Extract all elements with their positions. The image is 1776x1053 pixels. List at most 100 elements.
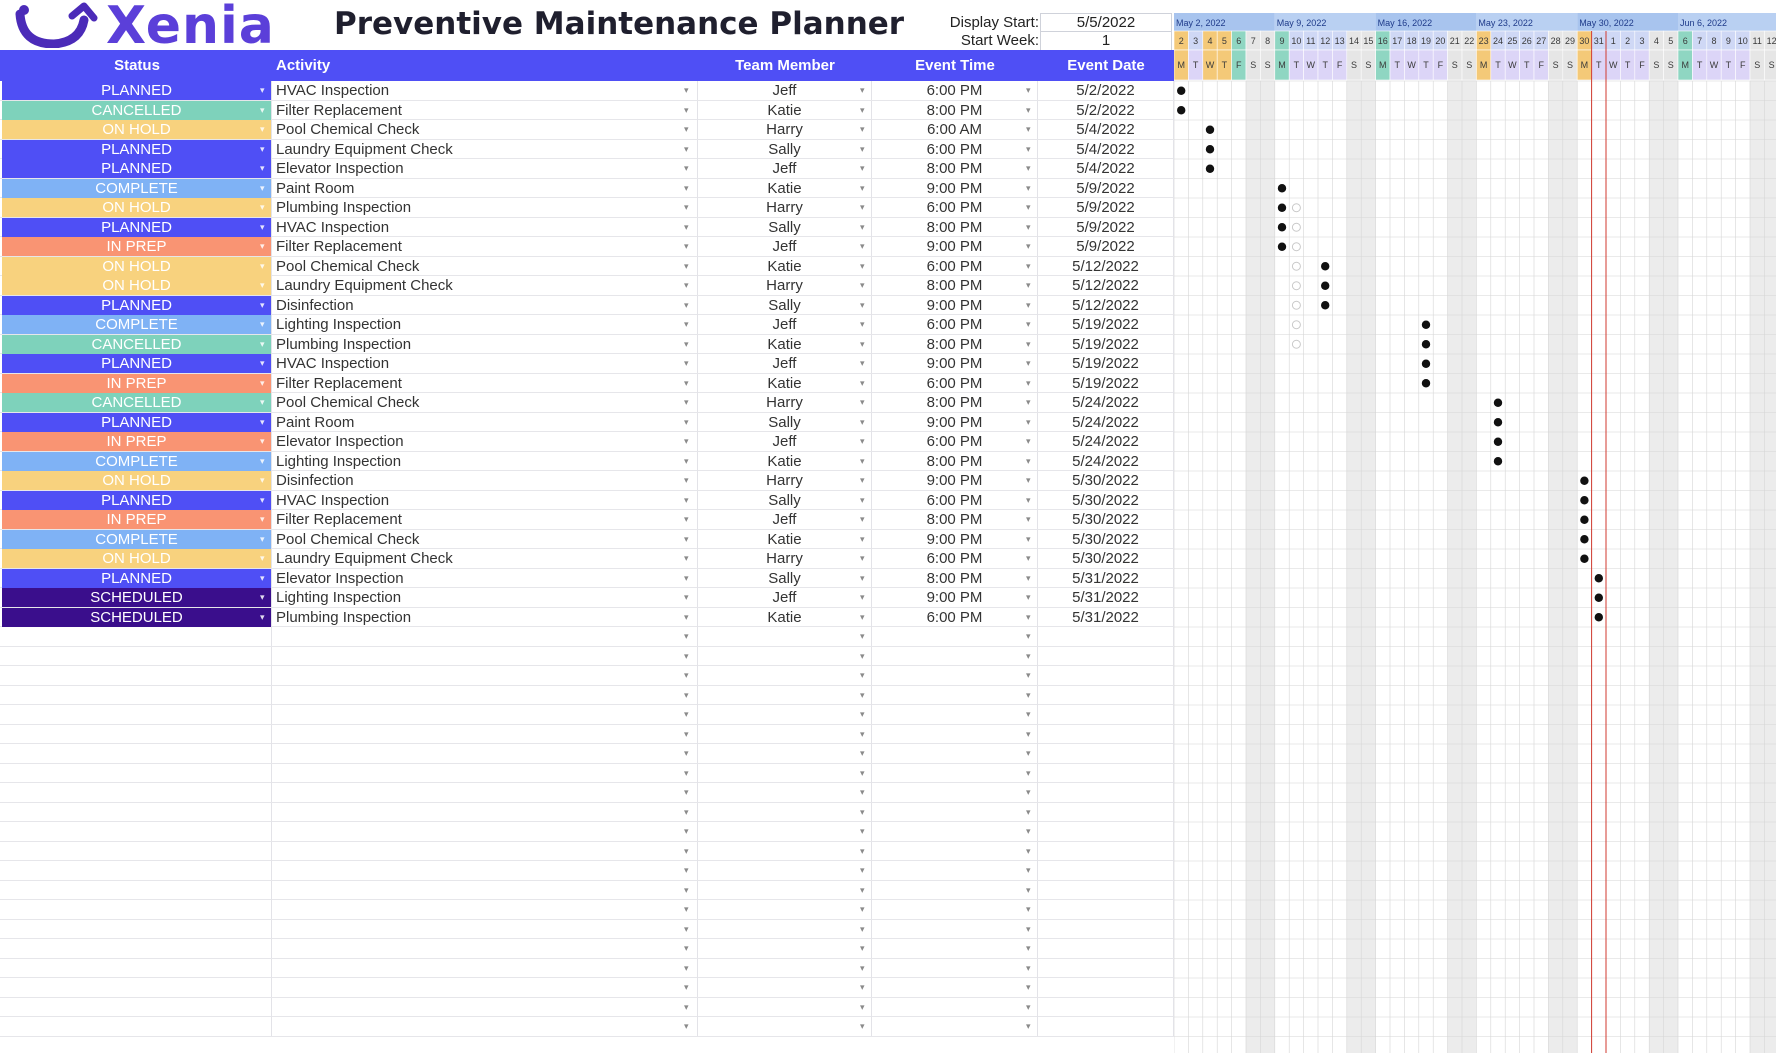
activity-dropdown[interactable]: ▾: [272, 724, 698, 744]
chevron-down-icon[interactable]: ▾: [1026, 452, 1031, 471]
status-dropdown[interactable]: ▾: [2, 939, 272, 958]
activity-dropdown[interactable]: ▾: [272, 705, 698, 724]
chevron-down-icon[interactable]: ▾: [860, 686, 865, 705]
event-time-dropdown[interactable]: 6:00 PM ▾: [872, 607, 1038, 627]
event-time-dropdown[interactable]: 9:00 PM ▾: [872, 529, 1038, 549]
chevron-down-icon[interactable]: ▾: [684, 335, 689, 354]
chevron-down-icon[interactable]: ▾: [860, 978, 865, 997]
chevron-down-icon[interactable]: ▾: [684, 959, 689, 978]
activity-dropdown[interactable]: ▾: [272, 861, 698, 880]
chevron-down-icon[interactable]: ▾: [684, 744, 689, 763]
event-time-dropdown[interactable]: ▾: [872, 685, 1038, 705]
event-time-dropdown[interactable]: 9:00 PM ▾: [872, 588, 1038, 607]
chevron-down-icon[interactable]: ▾: [260, 666, 265, 685]
team-member-dropdown[interactable]: ▾: [698, 666, 872, 685]
activity-dropdown[interactable]: ▾: [272, 646, 698, 666]
activity-dropdown[interactable]: Lighting Inspection ▾: [272, 451, 698, 471]
team-member-dropdown[interactable]: Katie ▾: [698, 451, 872, 471]
chevron-down-icon[interactable]: ▾: [860, 1017, 865, 1036]
event-date-cell[interactable]: 5/24/2022: [1038, 451, 1174, 471]
chevron-down-icon[interactable]: ▾: [1026, 237, 1031, 256]
chevron-down-icon[interactable]: ▾: [684, 452, 689, 471]
chevron-down-icon[interactable]: ▾: [260, 257, 265, 276]
chevron-down-icon[interactable]: ▾: [260, 920, 265, 939]
team-member-dropdown[interactable]: Harry ▾: [698, 549, 872, 568]
chevron-down-icon[interactable]: ▾: [1026, 588, 1031, 607]
team-member-dropdown[interactable]: Harry ▾: [698, 471, 872, 490]
activity-dropdown[interactable]: Laundry Equipment Check ▾: [272, 276, 698, 295]
chevron-down-icon[interactable]: ▾: [860, 354, 865, 373]
status-dropdown[interactable]: SCHEDULED ▾: [2, 588, 272, 607]
activity-dropdown[interactable]: ▾: [272, 802, 698, 822]
chevron-down-icon[interactable]: ▾: [860, 530, 865, 549]
event-date-cell[interactable]: [1038, 822, 1174, 841]
status-dropdown[interactable]: ▾: [2, 666, 272, 685]
chevron-down-icon[interactable]: ▾: [1026, 861, 1031, 880]
event-time-dropdown[interactable]: ▾: [872, 841, 1038, 861]
status-dropdown[interactable]: COMPLETE ▾: [2, 178, 272, 198]
chevron-down-icon[interactable]: ▾: [1026, 881, 1031, 900]
chevron-down-icon[interactable]: ▾: [1026, 803, 1031, 822]
event-time-dropdown[interactable]: 6:00 PM ▾: [872, 81, 1038, 100]
chevron-down-icon[interactable]: ▾: [260, 998, 265, 1017]
activity-dropdown[interactable]: Filter Replacement ▾: [272, 237, 698, 256]
chevron-down-icon[interactable]: ▾: [684, 393, 689, 412]
chevron-down-icon[interactable]: ▾: [260, 744, 265, 763]
team-member-dropdown[interactable]: ▾: [698, 802, 872, 822]
chevron-down-icon[interactable]: ▾: [260, 803, 265, 822]
activity-dropdown[interactable]: Plumbing Inspection ▾: [272, 607, 698, 627]
activity-dropdown[interactable]: Plumbing Inspection ▾: [272, 198, 698, 217]
chevron-down-icon[interactable]: ▾: [860, 335, 865, 354]
event-time-dropdown[interactable]: ▾: [872, 724, 1038, 744]
column-header-event-date[interactable]: Event Date: [1038, 50, 1174, 81]
event-date-cell[interactable]: [1038, 783, 1174, 802]
chevron-down-icon[interactable]: ▾: [1026, 627, 1031, 646]
chevron-down-icon[interactable]: ▾: [684, 939, 689, 958]
event-time-dropdown[interactable]: 8:00 PM ▾: [872, 100, 1038, 120]
chevron-down-icon[interactable]: ▾: [684, 803, 689, 822]
event-time-dropdown[interactable]: ▾: [872, 978, 1038, 997]
chevron-down-icon[interactable]: ▾: [684, 159, 689, 178]
team-member-dropdown[interactable]: ▾: [698, 627, 872, 646]
activity-dropdown[interactable]: ▾: [272, 666, 698, 685]
event-date-cell[interactable]: [1038, 763, 1174, 783]
chevron-down-icon[interactable]: ▾: [1026, 608, 1031, 627]
chevron-down-icon[interactable]: ▾: [684, 569, 689, 588]
chevron-down-icon[interactable]: ▾: [684, 1017, 689, 1036]
event-time-dropdown[interactable]: 8:00 PM ▾: [872, 217, 1038, 237]
chevron-down-icon[interactable]: ▾: [860, 998, 865, 1017]
chevron-down-icon[interactable]: ▾: [1026, 764, 1031, 783]
chevron-down-icon[interactable]: ▾: [260, 627, 265, 646]
status-dropdown[interactable]: ON HOLD ▾: [2, 276, 272, 295]
status-dropdown[interactable]: ▾: [2, 841, 272, 861]
chevron-down-icon[interactable]: ▾: [684, 140, 689, 159]
event-date-cell[interactable]: 5/9/2022: [1038, 198, 1174, 217]
status-dropdown[interactable]: ▾: [2, 783, 272, 802]
status-dropdown[interactable]: COMPLETE ▾: [2, 451, 272, 471]
chevron-down-icon[interactable]: ▾: [684, 257, 689, 276]
event-time-dropdown[interactable]: ▾: [872, 705, 1038, 724]
event-time-dropdown[interactable]: 6:00 PM ▾: [872, 373, 1038, 393]
status-dropdown[interactable]: ▾: [2, 1017, 272, 1036]
team-member-dropdown[interactable]: Katie ▾: [698, 178, 872, 198]
status-dropdown[interactable]: ▾: [2, 822, 272, 841]
activity-dropdown[interactable]: Elevator Inspection ▾: [272, 568, 698, 588]
event-date-cell[interactable]: 5/9/2022: [1038, 178, 1174, 198]
chevron-down-icon[interactable]: ▾: [860, 666, 865, 685]
chevron-down-icon[interactable]: ▾: [684, 179, 689, 198]
event-date-cell[interactable]: 5/31/2022: [1038, 607, 1174, 627]
activity-dropdown[interactable]: Pool Chemical Check ▾: [272, 120, 698, 139]
event-time-dropdown[interactable]: ▾: [872, 958, 1038, 978]
team-member-dropdown[interactable]: ▾: [698, 939, 872, 958]
chevron-down-icon[interactable]: ▾: [1026, 179, 1031, 198]
team-member-dropdown[interactable]: ▾: [698, 900, 872, 919]
status-dropdown[interactable]: ▾: [2, 978, 272, 997]
chevron-down-icon[interactable]: ▾: [860, 549, 865, 568]
chevron-down-icon[interactable]: ▾: [860, 198, 865, 217]
activity-dropdown[interactable]: HVAC Inspection ▾: [272, 354, 698, 373]
event-date-cell[interactable]: [1038, 744, 1174, 763]
chevron-down-icon[interactable]: ▾: [684, 432, 689, 451]
activity-dropdown[interactable]: HVAC Inspection ▾: [272, 217, 698, 237]
chevron-down-icon[interactable]: ▾: [860, 237, 865, 256]
chevron-down-icon[interactable]: ▾: [260, 179, 265, 198]
